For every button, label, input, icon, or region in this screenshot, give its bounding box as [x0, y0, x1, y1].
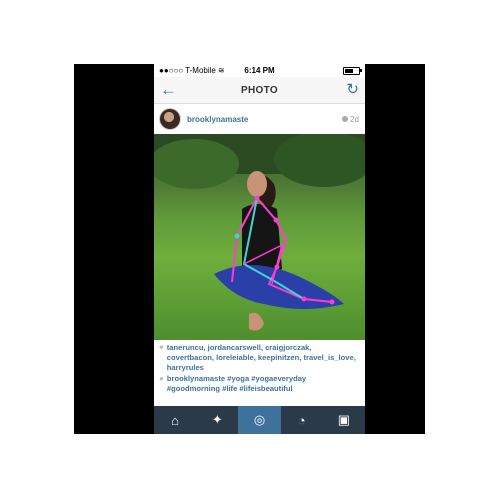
joint-neck	[254, 195, 260, 201]
activity-icon: ◔	[297, 412, 306, 428]
tab-bar: ⌂ ✦ ◎ ◔ ▣	[154, 406, 365, 434]
joint-ankle	[329, 299, 335, 305]
tab-activity[interactable]: ◔	[281, 406, 323, 434]
battery-icon	[343, 66, 362, 75]
nav-bar: ← PHOTO ↻	[154, 77, 365, 104]
person-foot	[249, 312, 264, 331]
phone-screen: ●●○○○ T-Mobile ≋ 6:14 PM ← PHOTO ↻ brook…	[154, 64, 365, 434]
bush-right	[274, 134, 365, 187]
comment-row: ● brooklynamaste #yoga #yogaeveryday #go…	[159, 374, 360, 394]
post-age: 2d	[342, 115, 359, 124]
comment-icon: ●	[159, 373, 164, 383]
home-icon: ⌂	[171, 412, 180, 428]
photo-illustration	[154, 134, 365, 331]
refresh-icon[interactable]: ↻	[346, 81, 359, 98]
likes-list[interactable]: taneruncu, jordancarswell, craigjorczak,…	[167, 343, 360, 374]
status-time: 6:14 PM	[244, 66, 275, 75]
heart-icon: ♥	[159, 343, 164, 352]
post-age-label: 2d	[350, 114, 359, 124]
clock-icon	[342, 116, 349, 122]
tab-explore[interactable]: ✦	[196, 406, 238, 434]
tab-profile[interactable]: ▣	[323, 406, 365, 434]
page-title: PHOTO	[241, 84, 278, 96]
comment-body: brooklynamaste #yoga #yogaeveryday #good…	[167, 374, 360, 394]
likes-row: ♥ taneruncu, jordancarswell, craigjorcza…	[159, 343, 360, 374]
joint-shoulder	[273, 217, 279, 223]
username-link[interactable]: brooklynamaste	[187, 115, 248, 124]
status-bar: ●●○○○ T-Mobile ≋ 6:14 PM	[154, 64, 365, 77]
avatar[interactable]	[159, 108, 181, 130]
person-face	[247, 171, 267, 197]
joint-knee	[301, 296, 307, 302]
comment-user[interactable]: brooklynamaste	[167, 374, 225, 383]
explore-icon: ✦	[211, 412, 223, 427]
tab-home[interactable]: ⌂	[154, 406, 196, 434]
arrow-left-icon[interactable]: ←	[160, 81, 177, 98]
tab-camera[interactable]: ◎	[238, 406, 281, 434]
caption-area: ♥ taneruncu, jordancarswell, craigjorcza…	[154, 340, 365, 395]
post-header: brooklynamaste 2d	[154, 104, 365, 134]
joint-elbow	[234, 233, 240, 239]
camera-icon: ◎	[253, 412, 266, 427]
profile-icon: ▣	[337, 412, 351, 427]
joint-hip	[274, 264, 280, 270]
post-photo[interactable]	[154, 134, 365, 340]
